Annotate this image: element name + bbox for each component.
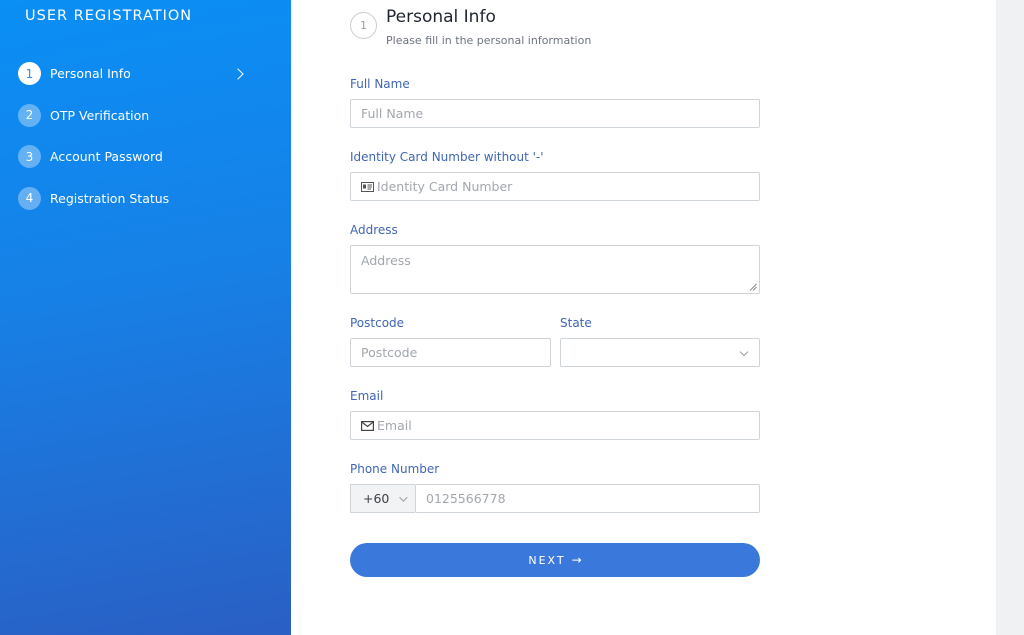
country-code-value: +60 [363,491,390,506]
email-input[interactable]: Email [350,411,760,440]
envelope-icon [361,420,374,431]
address-placeholder: Address [361,253,411,268]
sidebar-title: USER REGISTRATION [25,8,193,24]
page-title: Personal Info [386,7,496,27]
step-number: 3 [18,145,41,168]
step-list: 1 Personal Info 2 OTP Verification 3 Acc… [18,62,248,228]
postcode-label: Postcode [350,316,405,330]
sidebar: USER REGISTRATION 1 Personal Info 2 OTP … [0,0,291,635]
ic-input[interactable]: Identity Card Number [350,172,760,201]
full-name-input[interactable]: Full Name [350,99,760,128]
step-number: 2 [18,103,41,127]
step-label: Personal Info [50,66,131,81]
postcode-input[interactable]: Postcode [350,338,551,367]
chevron-down-icon [739,347,749,357]
phone-input[interactable]: 0125566778 [415,484,760,513]
id-card-icon [361,181,374,192]
phone-placeholder: 0125566778 [426,491,506,506]
resize-handle-icon[interactable] [749,283,757,291]
address-textarea[interactable]: Address [350,245,760,294]
step-item-account-password[interactable]: 3 Account Password [18,145,248,168]
email-label: Email [350,389,384,403]
chevron-down-icon [399,492,409,502]
step-label: Account Password [50,149,163,164]
step-label: Registration Status [50,190,170,206]
state-select[interactable] [560,338,760,367]
arrow-right-icon: → [571,553,582,567]
address-label: Address [350,223,398,237]
ic-placeholder: Identity Card Number [377,179,513,194]
step-item-registration-status[interactable]: 4 Registration Status [18,186,248,210]
step-number: 4 [18,186,41,210]
step-number: 1 [18,62,41,85]
country-code-select[interactable]: +60 [350,484,415,513]
page-background-edge [996,0,1024,635]
next-button-label: NEXT [528,553,566,567]
page-subtitle: Please fill in the personal information [386,34,592,47]
ic-label: Identity Card Number without '-' [350,150,544,164]
email-placeholder: Email [377,418,412,433]
state-label: State [560,316,592,330]
postcode-placeholder: Postcode [361,345,418,360]
step-item-otp-verification[interactable]: 2 OTP Verification [18,103,248,127]
chevron-right-icon [232,67,244,80]
step-item-personal-info[interactable]: 1 Personal Info [18,62,248,85]
step-label: OTP Verification [50,107,150,123]
step-indicator: 1 [350,12,377,39]
full-name-label: Full Name [350,77,410,91]
full-name-placeholder: Full Name [361,106,424,121]
phone-label: Phone Number [350,462,440,476]
next-button[interactable]: NEXT → [350,543,760,577]
